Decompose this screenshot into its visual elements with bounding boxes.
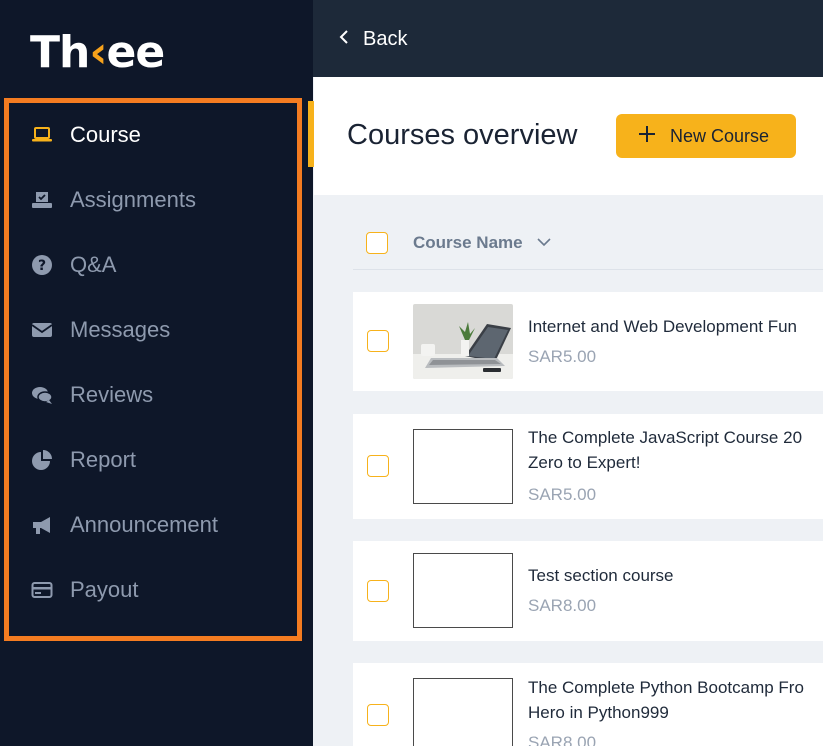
course-thumbnail-placeholder[interactable] xyxy=(413,429,513,504)
course-title-line-2[interactable]: Hero in Python999 xyxy=(528,700,669,725)
sidebar-item-reviews[interactable]: Reviews xyxy=(30,377,153,413)
sidebar-item-label: Course xyxy=(70,122,141,147)
assignment-icon xyxy=(30,188,54,212)
select-all-checkbox[interactable] xyxy=(366,232,388,254)
column-header-course-name: Course Name xyxy=(413,233,523,252)
course-thumbnail-placeholder[interactable] xyxy=(413,678,513,746)
sidebar-item-label: Announcement xyxy=(70,512,218,537)
credit-card-icon xyxy=(30,578,54,602)
course-thumbnail[interactable] xyxy=(413,304,513,379)
sidebar-item-label: Payout xyxy=(70,577,139,602)
sidebar-item-label: Q&A xyxy=(70,252,117,277)
sidebar-item-label: Reviews xyxy=(70,382,154,407)
course-title-line-2[interactable]: Zero to Expert! xyxy=(528,450,640,475)
plus-icon xyxy=(638,125,656,148)
course-thumbnail-placeholder[interactable] xyxy=(413,553,513,628)
sort-course-name[interactable]: Course Name xyxy=(413,233,551,253)
logo-suffix: ee xyxy=(106,26,165,78)
sidebar-item-qa[interactable]: ? Q&A xyxy=(30,247,116,283)
sidebar-item-messages[interactable]: Messages xyxy=(30,312,170,348)
chevron-left-icon xyxy=(339,29,349,50)
comments-icon xyxy=(30,383,54,407)
row-checkbox[interactable] xyxy=(367,455,389,477)
course-title-line-1[interactable]: The Complete JavaScript Course 20 xyxy=(528,425,802,450)
topbar: Back xyxy=(313,0,823,77)
sidebar-item-announcement[interactable]: Announcement xyxy=(30,507,218,543)
course-price: SAR8.00 xyxy=(528,733,597,746)
sidebar-item-assignments[interactable]: Assignments xyxy=(30,182,196,218)
new-course-button[interactable]: New Course xyxy=(616,114,796,158)
envelope-icon xyxy=(30,318,54,342)
sidebar-item-label: Report xyxy=(70,447,137,472)
back-label: Back xyxy=(363,27,408,50)
table-row[interactable]: Internet and Web Development Fun SAR5.00 xyxy=(353,292,823,391)
table-row[interactable]: The Complete JavaScript Course 20 Zero t… xyxy=(353,414,823,519)
course-price: SAR8.00 xyxy=(528,596,597,615)
row-checkbox[interactable] xyxy=(367,580,389,602)
page-title: Courses overview xyxy=(347,119,578,151)
sidebar-item-label: Messages xyxy=(70,317,171,342)
laptop-icon xyxy=(30,123,54,147)
course-title[interactable]: Internet and Web Development Fun xyxy=(528,314,797,339)
table-row[interactable]: The Complete Python Bootcamp Fro Hero in… xyxy=(353,663,823,746)
sidebar-item-course[interactable]: Course xyxy=(30,117,141,153)
sidebar: Th ‹ ee Course Assignments ? Q&A Messages … xyxy=(0,0,313,746)
table-row[interactable]: Test section course SAR8.00 xyxy=(353,541,823,641)
svg-text:?: ? xyxy=(38,258,46,274)
row-checkbox[interactable] xyxy=(367,704,389,726)
table-header: Course Name xyxy=(353,218,823,270)
sidebar-item-payout[interactable]: Payout xyxy=(30,572,139,608)
pie-chart-icon xyxy=(30,448,54,472)
chevron-down-icon xyxy=(537,234,551,252)
sidebar-item-label: Assignments xyxy=(70,187,196,212)
logo-prefix: Th xyxy=(30,26,90,78)
course-title-line-1[interactable]: The Complete Python Bootcamp Fro xyxy=(528,675,804,700)
back-button[interactable]: Back xyxy=(339,22,407,56)
page-header: Courses overview New Course xyxy=(314,77,823,195)
sidebar-item-report[interactable]: Report xyxy=(30,442,136,478)
row-checkbox[interactable] xyxy=(367,330,389,352)
question-circle-icon: ? xyxy=(30,253,54,277)
megaphone-icon xyxy=(30,513,54,537)
brand-logo[interactable]: Th ‹ ee xyxy=(30,26,165,78)
new-course-label: New Course xyxy=(670,125,770,146)
course-price: SAR5.00 xyxy=(528,485,597,504)
nav-highlight-frame xyxy=(4,98,302,641)
course-title[interactable]: Test section course xyxy=(528,563,674,588)
logo-mark: ‹ xyxy=(89,26,107,78)
course-price: SAR5.00 xyxy=(528,347,597,366)
